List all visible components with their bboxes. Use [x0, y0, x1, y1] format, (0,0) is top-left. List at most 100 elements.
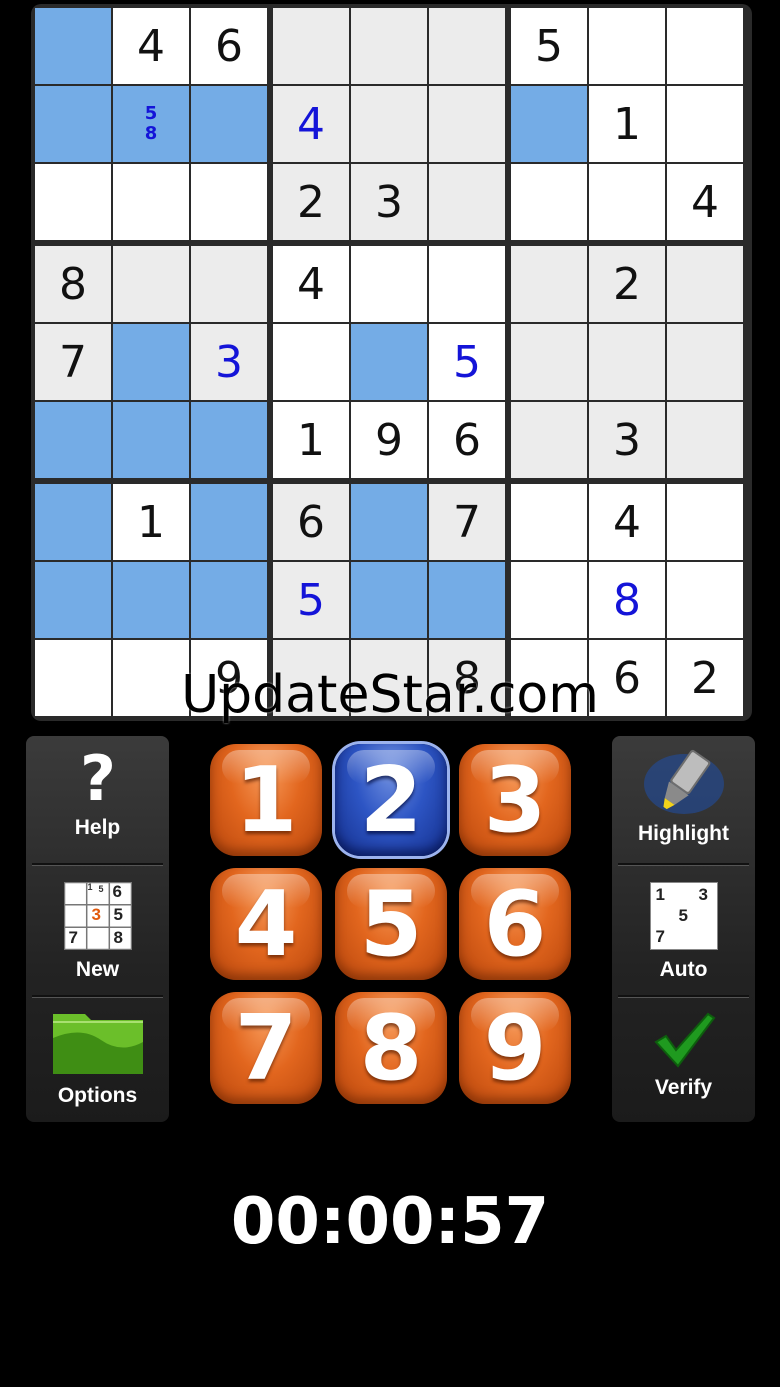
- verify-button[interactable]: Verify: [612, 1010, 755, 1114]
- sudoku-cell[interactable]: [113, 402, 189, 478]
- sudoku-cell[interactable]: 3: [351, 164, 427, 240]
- sudoku-cell[interactable]: [351, 562, 427, 638]
- sudoku-cell[interactable]: 3: [589, 402, 665, 478]
- highlight-button[interactable]: Highlight: [612, 744, 755, 860]
- digit-button-3[interactable]: 3: [459, 744, 571, 856]
- sudoku-cell[interactable]: 1: [113, 484, 189, 560]
- options-button[interactable]: Options: [26, 1008, 169, 1116]
- sudoku-cell[interactable]: [191, 402, 267, 478]
- sudoku-cell[interactable]: [351, 484, 427, 560]
- sudoku-cell[interactable]: [429, 562, 505, 638]
- sudoku-cell[interactable]: [35, 164, 111, 240]
- sudoku-cell[interactable]: [35, 562, 111, 638]
- digit-button-5[interactable]: 5: [335, 868, 447, 980]
- sudoku-cell[interactable]: [351, 86, 427, 162]
- sudoku-cell[interactable]: [429, 246, 505, 322]
- new-game-button[interactable]: 1 5 6 3 5 7 8 New: [26, 882, 169, 992]
- sudoku-cell[interactable]: [667, 562, 743, 638]
- sudoku-cell[interactable]: 5: [273, 562, 349, 638]
- sudoku-cell[interactable]: 8: [429, 640, 505, 716]
- sudoku-cell[interactable]: 8: [35, 246, 111, 322]
- sudoku-cell[interactable]: [589, 8, 665, 84]
- sudoku-cell[interactable]: 1: [273, 402, 349, 478]
- sudoku-cell[interactable]: [35, 8, 111, 84]
- sudoku-cell[interactable]: 6: [273, 484, 349, 560]
- sudoku-cell[interactable]: 3: [191, 324, 267, 400]
- sudoku-cell[interactable]: 4: [273, 86, 349, 162]
- sudoku-cell[interactable]: [429, 86, 505, 162]
- sudoku-cell[interactable]: 2: [273, 164, 349, 240]
- sudoku-cell[interactable]: [511, 484, 587, 560]
- digit-button-6[interactable]: 6: [459, 868, 571, 980]
- pencil-marks: 58: [145, 104, 158, 144]
- sudoku-cell[interactable]: 4: [589, 484, 665, 560]
- auto-button[interactable]: 1 3 5 7 Auto: [612, 882, 755, 992]
- sudoku-cell[interactable]: [589, 164, 665, 240]
- digit-button-1[interactable]: 1: [210, 744, 322, 856]
- sudoku-cell[interactable]: [113, 640, 189, 716]
- sudoku-cell[interactable]: [191, 484, 267, 560]
- sudoku-cell[interactable]: [191, 246, 267, 322]
- sudoku-cell[interactable]: [589, 324, 665, 400]
- sudoku-cell[interactable]: [273, 640, 349, 716]
- sudoku-cell[interactable]: 5: [429, 324, 505, 400]
- sudoku-cell[interactable]: 4: [273, 246, 349, 322]
- digit-button-8[interactable]: 8: [335, 992, 447, 1104]
- divider: [618, 863, 749, 866]
- sudoku-cell[interactable]: 2: [667, 640, 743, 716]
- digit-label: 5: [359, 871, 423, 977]
- sudoku-cell[interactable]: [35, 640, 111, 716]
- sudoku-cell[interactable]: [667, 246, 743, 322]
- sudoku-cell[interactable]: [113, 324, 189, 400]
- sudoku-cell[interactable]: [191, 86, 267, 162]
- sudoku-cell[interactable]: [511, 640, 587, 716]
- sudoku-cell[interactable]: [667, 324, 743, 400]
- help-button[interactable]: ? Help: [26, 748, 169, 860]
- sudoku-cell[interactable]: [429, 164, 505, 240]
- digit-label: 6: [483, 871, 547, 977]
- sudoku-cell[interactable]: 7: [35, 324, 111, 400]
- digit-button-4[interactable]: 4: [210, 868, 322, 980]
- sudoku-cell[interactable]: 7: [429, 484, 505, 560]
- sudoku-cell[interactable]: [511, 562, 587, 638]
- sudoku-cell[interactable]: 9: [351, 402, 427, 478]
- sudoku-cell[interactable]: 6: [589, 640, 665, 716]
- sudoku-cell[interactable]: 58: [113, 86, 189, 162]
- sudoku-cell[interactable]: [35, 86, 111, 162]
- sudoku-cell[interactable]: [667, 484, 743, 560]
- sudoku-cell[interactable]: [511, 164, 587, 240]
- sudoku-cell[interactable]: 4: [667, 164, 743, 240]
- digit-button-9[interactable]: 9: [459, 992, 571, 1104]
- sudoku-cell[interactable]: 2: [589, 246, 665, 322]
- digit-button-7[interactable]: 7: [210, 992, 322, 1104]
- sudoku-cell[interactable]: [351, 324, 427, 400]
- sudoku-cell[interactable]: [511, 86, 587, 162]
- sudoku-cell[interactable]: [667, 86, 743, 162]
- sudoku-cell[interactable]: 1: [589, 86, 665, 162]
- sudoku-cell[interactable]: [667, 8, 743, 84]
- sudoku-cell[interactable]: [511, 324, 587, 400]
- sudoku-cell[interactable]: [351, 640, 427, 716]
- sudoku-cell[interactable]: [113, 246, 189, 322]
- sudoku-cell[interactable]: [429, 8, 505, 84]
- sudoku-cell[interactable]: 6: [429, 402, 505, 478]
- sudoku-cell[interactable]: [351, 8, 427, 84]
- sudoku-cell[interactable]: [273, 8, 349, 84]
- digit-button-2[interactable]: 2: [335, 744, 447, 856]
- sudoku-cell[interactable]: [667, 402, 743, 478]
- sudoku-cell[interactable]: [273, 324, 349, 400]
- sudoku-cell[interactable]: [351, 246, 427, 322]
- sudoku-cell[interactable]: [113, 562, 189, 638]
- sudoku-cell[interactable]: 4: [113, 8, 189, 84]
- sudoku-cell[interactable]: 5: [511, 8, 587, 84]
- sudoku-cell[interactable]: 6: [191, 8, 267, 84]
- sudoku-cell[interactable]: [191, 562, 267, 638]
- sudoku-cell[interactable]: [35, 402, 111, 478]
- sudoku-cell[interactable]: 9: [191, 640, 267, 716]
- sudoku-cell[interactable]: 8: [589, 562, 665, 638]
- sudoku-cell[interactable]: [511, 402, 587, 478]
- sudoku-cell[interactable]: [191, 164, 267, 240]
- sudoku-cell[interactable]: [113, 164, 189, 240]
- sudoku-cell[interactable]: [511, 246, 587, 322]
- sudoku-cell[interactable]: [35, 484, 111, 560]
